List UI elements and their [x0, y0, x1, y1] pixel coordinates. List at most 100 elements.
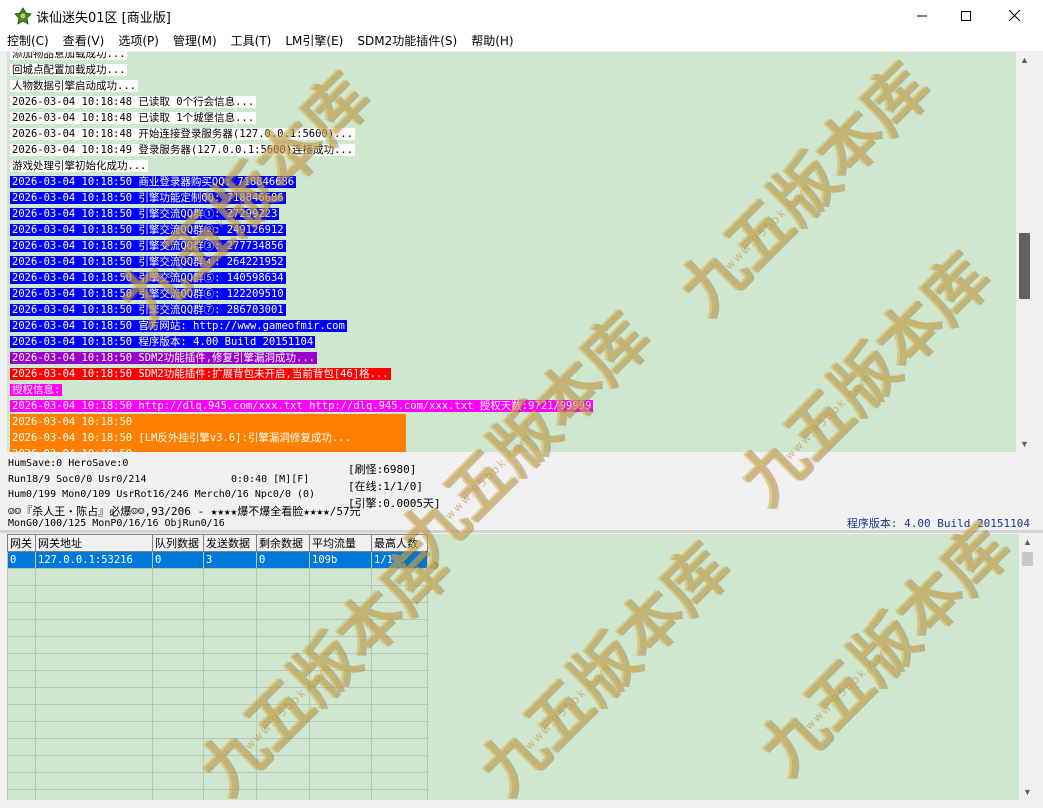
title-bar[interactable]: 诛仙迷失01区 [商业版]: [0, 0, 1043, 31]
table-cell: 109b: [309, 551, 372, 569]
column-header[interactable]: 剩余数据: [256, 534, 310, 552]
table-cell: 0: [7, 551, 36, 569]
empty-cell: [256, 772, 310, 790]
empty-cell: [152, 602, 204, 620]
column-header[interactable]: 队列数据: [152, 534, 204, 552]
log-line-text: 2026-03-04 10:18:50: [10, 414, 406, 430]
log-line: 2026-03-04 10:18:48 已读取 1个城堡信息...: [10, 110, 1016, 126]
column-header[interactable]: 网关地址: [35, 534, 153, 552]
grid-scroll-up-arrow[interactable]: ▲: [1019, 534, 1036, 550]
menu-lm-engine[interactable]: LM引擎(E): [278, 31, 350, 51]
log-line: 2026-03-04 10:18:50 SDM2功能插件:扩展背包未开启,当前背…: [10, 366, 1016, 382]
log-line: 2026-03-04 10:18:50 引擎交流QQ群⑦: 286703001: [10, 302, 1016, 318]
column-header[interactable]: 网关: [7, 534, 36, 552]
maximize-button[interactable]: [943, 0, 989, 31]
empty-cell: [35, 704, 153, 722]
empty-cell: [7, 670, 36, 688]
log-line: 2026-03-04 10:18:50 引擎交流QQ群②: 249126912: [10, 222, 1016, 238]
empty-cell: [309, 602, 372, 620]
empty-cell: [35, 670, 153, 688]
column-header[interactable]: 平均流量: [309, 534, 372, 552]
log-line: 2026-03-04 10:18:50: [10, 446, 1016, 452]
empty-cell: [309, 738, 372, 756]
log-line-text: 2026-03-04 10:18:50 引擎功能定制QQ: 718846686: [10, 192, 286, 204]
table-row[interactable]: 0 127.0.0.1:53216 0 3 0 109b 1/1: [7, 551, 428, 569]
menu-tools[interactable]: 工具(T): [224, 31, 279, 51]
empty-cell: [256, 670, 310, 688]
empty-cell: [256, 721, 310, 739]
empty-cell: [256, 636, 310, 654]
log-line: 2026-03-04 10:18:50 引擎交流QQ群⑥: 122209510: [10, 286, 1016, 302]
scroll-down-arrow[interactable]: ▼: [1016, 436, 1033, 452]
scroll-up-arrow[interactable]: ▲: [1016, 52, 1033, 68]
empty-cell: [371, 755, 428, 773]
log-line-text: 2026-03-04 10:18:50 http://dlq.945.com/x…: [10, 400, 594, 412]
log-scroll-thumb[interactable]: [1019, 233, 1030, 299]
empty-cell: [371, 704, 428, 722]
empty-cell: [152, 721, 204, 739]
menu-help[interactable]: 帮助(H): [464, 31, 520, 51]
empty-cell: [35, 755, 153, 773]
empty-cell: [152, 789, 204, 800]
log-line: 2026-03-04 10:18:50 商业登录器购买QQ: 718846686: [10, 174, 1016, 190]
log-line-text: 授权信息:: [10, 384, 63, 396]
empty-row: [7, 738, 428, 756]
empty-cell: [7, 704, 36, 722]
panel-divider[interactable]: [0, 530, 1043, 533]
grid-scroll-thumb[interactable]: [1022, 552, 1033, 566]
empty-cell: [203, 704, 257, 722]
log-line: 2026-03-04 10:18:49 登录服务器(127.0.0.1:5600…: [10, 142, 1016, 158]
empty-cell: [203, 636, 257, 654]
close-button[interactable]: [991, 0, 1037, 31]
empty-cell: [7, 738, 36, 756]
empty-cell: [203, 687, 257, 705]
empty-cell: [309, 568, 372, 586]
log-line: 2026-03-04 10:18:50 引擎交流QQ群③: 277734856: [10, 238, 1016, 254]
log-scrollbar[interactable]: ▲ ▼: [1016, 52, 1033, 452]
log-line-text: 2026-03-04 10:18:50 引擎交流QQ群⑥: 122209510: [10, 288, 286, 300]
column-header[interactable]: 最高人数: [371, 534, 428, 552]
minimize-button[interactable]: [899, 0, 945, 31]
log-panel[interactable]: 添加物品意加载成功... 回城点配置加载成功... 人物数据引擎启动成功... 202…: [7, 52, 1016, 452]
menu-control[interactable]: 控制(C): [0, 31, 56, 51]
empty-cell: [152, 755, 204, 773]
empty-row: [7, 755, 428, 773]
gateway-grid[interactable]: 网关 网关地址 队列数据 发送数据 剩余数据 平均流量 最高人数 0 127.0.0.1:53…: [7, 534, 1019, 800]
empty-cell: [203, 619, 257, 637]
empty-cell: [371, 602, 428, 620]
grid-scrollbar[interactable]: ▲ ▼: [1019, 534, 1036, 800]
menu-options[interactable]: 选项(P): [111, 31, 166, 51]
grid-scroll-down-arrow[interactable]: ▼: [1019, 784, 1036, 800]
empty-cell: [371, 687, 428, 705]
menu-manage[interactable]: 管理(M): [166, 31, 224, 51]
empty-cell: [152, 636, 204, 654]
status-line-4: ☺☺『杀人王・陈占』必爆☺☺,93/206 - ★★★★爆不爆全看脸★★★★/5…: [8, 505, 361, 518]
empty-cell: [7, 772, 36, 790]
log-line-text: 人物数据引擎启动成功...: [10, 80, 138, 92]
empty-row: [7, 585, 428, 603]
empty-cell: [152, 585, 204, 603]
status-engine: [引擎:0.0005天]: [348, 497, 441, 510]
log-line: 2026-03-04 10:18:50 引擎功能定制QQ: 718846686: [10, 190, 1016, 206]
log-line: 2026-03-04 10:18:50 引擎交流QQ群①: 27299223: [10, 206, 1016, 222]
column-header[interactable]: 发送数据: [203, 534, 257, 552]
empty-cell: [371, 619, 428, 637]
empty-cell: [256, 619, 310, 637]
log-line: 授权信息:: [10, 382, 1016, 398]
log-line: 回城点配置加载成功...: [10, 62, 1016, 78]
empty-cell: [371, 568, 428, 586]
table-cell: 0: [152, 551, 204, 569]
gateway-table[interactable]: 网关 网关地址 队列数据 发送数据 剩余数据 平均流量 最高人数 0 127.0.0.1:53…: [7, 534, 428, 800]
program-version: 程序版本: 4.00 Build 20151104: [846, 517, 1030, 530]
empty-cell: [203, 721, 257, 739]
empty-cell: [309, 670, 372, 688]
empty-cell: [35, 568, 153, 586]
menu-sdm2-plugin[interactable]: SDM2功能插件(S): [350, 31, 464, 51]
empty-cell: [35, 636, 153, 654]
status-refresh: [刷怪:6980]: [348, 463, 417, 476]
log-line: 2026-03-04 10:18:50: [10, 414, 1016, 430]
empty-cell: [256, 789, 310, 800]
empty-row: [7, 619, 428, 637]
table-cell: 3: [203, 551, 257, 569]
menu-view[interactable]: 查看(V): [56, 31, 112, 51]
